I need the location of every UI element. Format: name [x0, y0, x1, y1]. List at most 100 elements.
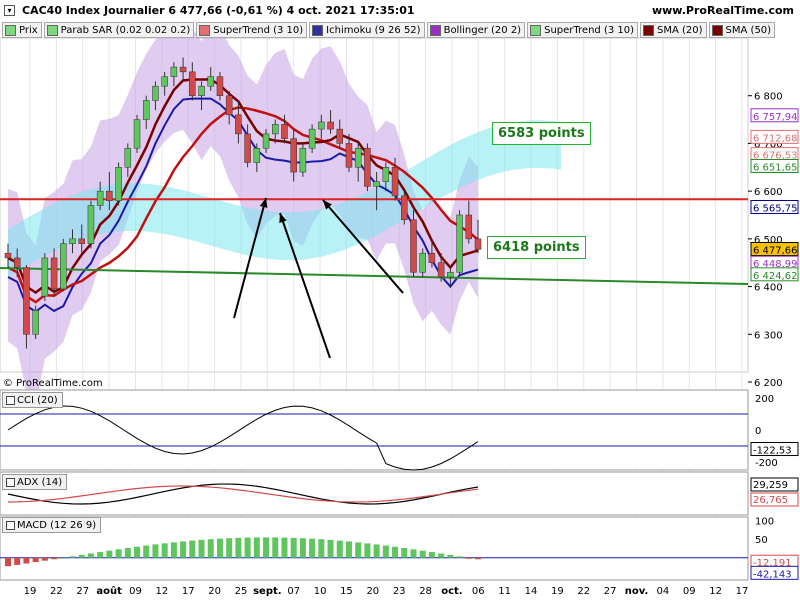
x-tick-label: 14 [525, 586, 538, 597]
legend-swatch [429, 24, 441, 36]
candle-body [336, 128, 344, 144]
macd-histogram-bar [198, 539, 205, 558]
macd-histogram-bar [226, 538, 233, 558]
x-tick-label: 15 [340, 586, 353, 597]
candle-body [161, 76, 168, 87]
macd-panel-title[interactable]: MACD (12 26 9) [2, 517, 102, 533]
candle-body [428, 252, 436, 263]
macd-histogram-bar [180, 541, 187, 558]
macd-histogram-bar [170, 542, 177, 558]
x-tick-label: 09 [683, 586, 696, 597]
cci-value-label: -122,53 [753, 446, 792, 457]
macd-histogram-bar [355, 542, 362, 558]
cci-tick-label: 200 [755, 394, 774, 405]
price-tag-label: 6 712,68 [753, 133, 798, 144]
x-tick-label: 17 [736, 586, 749, 597]
macd-histogram-bar [87, 553, 94, 558]
legend-label: SuperTrend (3 10) [544, 24, 635, 36]
candle-body [69, 238, 76, 244]
candle-body [124, 147, 132, 168]
price-tag-label: 6 757,94 [753, 112, 798, 123]
macd-histogram-bar [216, 538, 223, 558]
macd-histogram-bar [401, 548, 408, 558]
macd-histogram-bar [41, 557, 48, 561]
candle-body [170, 66, 178, 77]
candle-body [447, 272, 454, 278]
legend-item[interactable]: Ichimoku (9 26 52) [309, 22, 425, 38]
macd-histogram-bar [134, 546, 141, 558]
candle-body [23, 267, 30, 335]
macd-tick-label: 100 [755, 517, 774, 528]
support-callout: 6418 points [487, 236, 586, 259]
candle-body [60, 243, 67, 290]
price-tag-label: 6 424,62 [753, 271, 798, 282]
x-tick-label: 04 [657, 586, 670, 597]
legend-label: Bollinger (20 2) [443, 24, 522, 36]
legend-item[interactable]: Parab SAR (0.02 0.02 0.2) [43, 22, 195, 38]
candle-body [419, 252, 426, 273]
candle-body [253, 147, 261, 163]
legend-item[interactable]: SMA (20) [640, 22, 707, 38]
candle-body [142, 100, 150, 120]
candle-body [235, 114, 242, 135]
x-tick-label: nov. [625, 586, 649, 597]
legend-item[interactable]: SMA (50) [708, 22, 776, 38]
x-tick-label: 25 [235, 586, 248, 597]
x-tick-label: 28 [419, 586, 432, 597]
x-tick-label: 27 [604, 586, 617, 597]
legend-item[interactable]: SuperTrend (3 10) [196, 22, 308, 38]
site-watermark: www.ProRealTime.com [651, 4, 794, 17]
macd-histogram-bar [124, 547, 131, 558]
macd-histogram-bar [235, 537, 242, 558]
candle-body [216, 76, 224, 96]
macd-histogram-bar [32, 557, 39, 563]
cci-tick-label: 0 [755, 426, 761, 437]
macd-histogram-bar [143, 545, 150, 558]
x-tick-label: 22 [50, 586, 63, 597]
macd-histogram-bar [299, 538, 306, 558]
macd-histogram-bar [456, 556, 463, 558]
panel-toggle-icon [6, 396, 15, 405]
candle-body [308, 128, 316, 149]
macd-histogram-bar [345, 541, 352, 558]
x-tick-label: 12 [709, 586, 722, 597]
legend-item[interactable]: SuperTrend (3 10) [527, 22, 639, 38]
collapse-icon[interactable]: ▾ [4, 5, 15, 16]
macd-histogram-bar [60, 557, 67, 559]
macd-histogram-bar [438, 553, 445, 558]
legend-item[interactable]: Bollinger (20 2) [426, 22, 526, 38]
legend-swatch [312, 24, 324, 36]
x-tick-label: 27 [76, 586, 89, 597]
adx-panel-title[interactable]: ADX (14) [2, 474, 68, 490]
x-tick-label: 19 [24, 586, 37, 597]
macd-histogram-bar [189, 540, 196, 558]
candle-body [401, 195, 408, 221]
x-tick-label: oct. [441, 586, 462, 597]
legend-swatch [46, 24, 58, 36]
legend-item[interactable]: Prix [2, 22, 42, 38]
macd-histogram-bar [373, 544, 380, 558]
cci-panel [0, 389, 749, 471]
price-tag-label: 6 565,75 [753, 203, 798, 214]
candle-body [364, 147, 371, 187]
candle-body [78, 238, 85, 244]
candle-body [262, 133, 270, 149]
macd-histogram-bar [207, 539, 214, 558]
macd-tick-label: 50 [755, 535, 768, 546]
indicator-legend: Prix Parab SAR (0.02 0.02 0.2) SuperTren… [0, 22, 800, 38]
candle-body [318, 121, 325, 130]
candle-body [189, 71, 196, 96]
macd-histogram-bar [152, 544, 159, 558]
macd-histogram-bar [161, 543, 168, 558]
copyright: © ProRealTime.com [3, 378, 103, 389]
candle-body [179, 66, 187, 73]
legend-label: Ichimoku (9 26 52) [326, 24, 421, 36]
legend-swatch [530, 24, 542, 36]
candle-body [391, 167, 399, 197]
macd-histogram-bar [410, 549, 417, 558]
cci-panel-title[interactable]: CCI (20) [2, 392, 63, 408]
price-tag-label: 6 477,66 [753, 246, 798, 257]
y-tick-label: 6 200 [754, 378, 783, 389]
x-tick-label: 19 [551, 586, 564, 597]
candle-body [152, 85, 159, 101]
